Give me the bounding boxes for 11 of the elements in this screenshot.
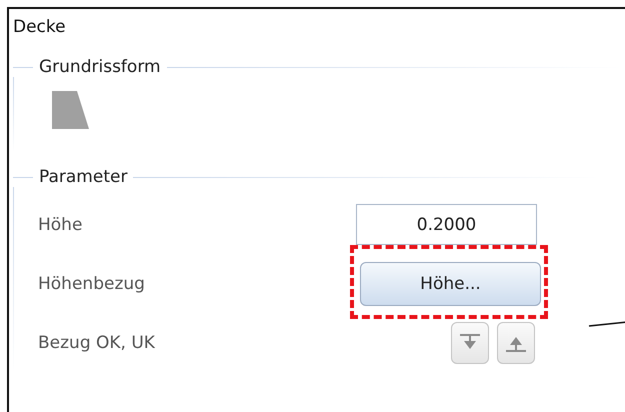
group-legend: Grundrissform <box>39 57 161 77</box>
group-legend: Parameter <box>39 167 128 187</box>
panel-title: Decke <box>12 16 67 39</box>
align-top-button[interactable] <box>451 322 489 364</box>
parameter-label: Höhe <box>37 214 84 234</box>
parameter-label: Bezug OK, UK <box>37 332 156 352</box>
parameter-label: Höhenbezug <box>37 274 146 294</box>
trapezoid-shape-icon <box>52 91 89 129</box>
height-field[interactable]: 0.2000 <box>356 204 537 245</box>
align-bottom-button[interactable] <box>497 322 535 364</box>
height-button[interactable]: Höhe... <box>360 262 541 306</box>
